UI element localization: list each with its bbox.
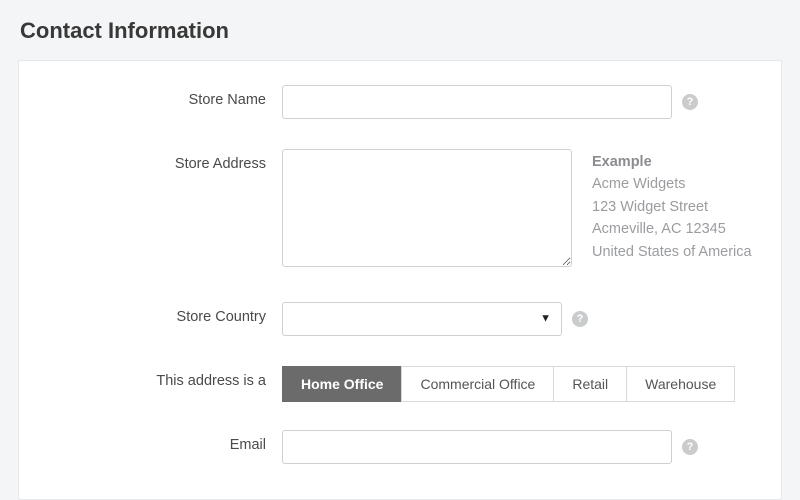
address-type-home-office[interactable]: Home Office bbox=[282, 366, 402, 402]
address-example: Example Acme Widgets 123 Widget Street A… bbox=[592, 149, 752, 263]
example-title: Example bbox=[592, 151, 752, 173]
chevron-down-icon: ▼ bbox=[540, 312, 551, 324]
example-line: Acmeville, AC 12345 bbox=[592, 218, 752, 240]
example-line: Acme Widgets bbox=[592, 173, 752, 195]
row-address-type: This address is a Home Office Commercial… bbox=[37, 366, 763, 402]
field-store-name bbox=[282, 85, 672, 119]
row-email: Email ? bbox=[37, 430, 763, 464]
label-address-type: This address is a bbox=[37, 366, 282, 389]
label-store-address: Store Address bbox=[37, 149, 282, 172]
address-type-group: Home Office Commercial Office Retail War… bbox=[282, 366, 735, 402]
store-country-select[interactable]: ▼ bbox=[282, 302, 562, 336]
field-store-address bbox=[282, 149, 572, 272]
contact-form-panel: Store Name ? Store Address Example Acme … bbox=[18, 60, 782, 500]
help-icon[interactable]: ? bbox=[572, 311, 588, 327]
row-store-name: Store Name ? bbox=[37, 85, 763, 119]
label-email: Email bbox=[37, 430, 282, 453]
row-store-address: Store Address Example Acme Widgets 123 W… bbox=[37, 149, 763, 272]
help-icon[interactable]: ? bbox=[682, 94, 698, 110]
label-store-name: Store Name bbox=[37, 85, 282, 108]
field-store-country: ▼ bbox=[282, 302, 562, 336]
label-store-country: Store Country bbox=[37, 302, 282, 325]
example-line: 123 Widget Street bbox=[592, 196, 752, 218]
field-email bbox=[282, 430, 672, 464]
email-input[interactable] bbox=[282, 430, 672, 464]
address-type-commercial-office[interactable]: Commercial Office bbox=[401, 366, 554, 402]
address-type-warehouse[interactable]: Warehouse bbox=[626, 366, 735, 402]
store-name-input[interactable] bbox=[282, 85, 672, 119]
help-icon[interactable]: ? bbox=[682, 439, 698, 455]
address-type-retail[interactable]: Retail bbox=[553, 366, 627, 402]
row-store-country: Store Country ▼ ? bbox=[37, 302, 763, 336]
store-address-input[interactable] bbox=[282, 149, 572, 267]
section-title: Contact Information bbox=[20, 18, 782, 44]
example-line: United States of America bbox=[592, 241, 752, 263]
